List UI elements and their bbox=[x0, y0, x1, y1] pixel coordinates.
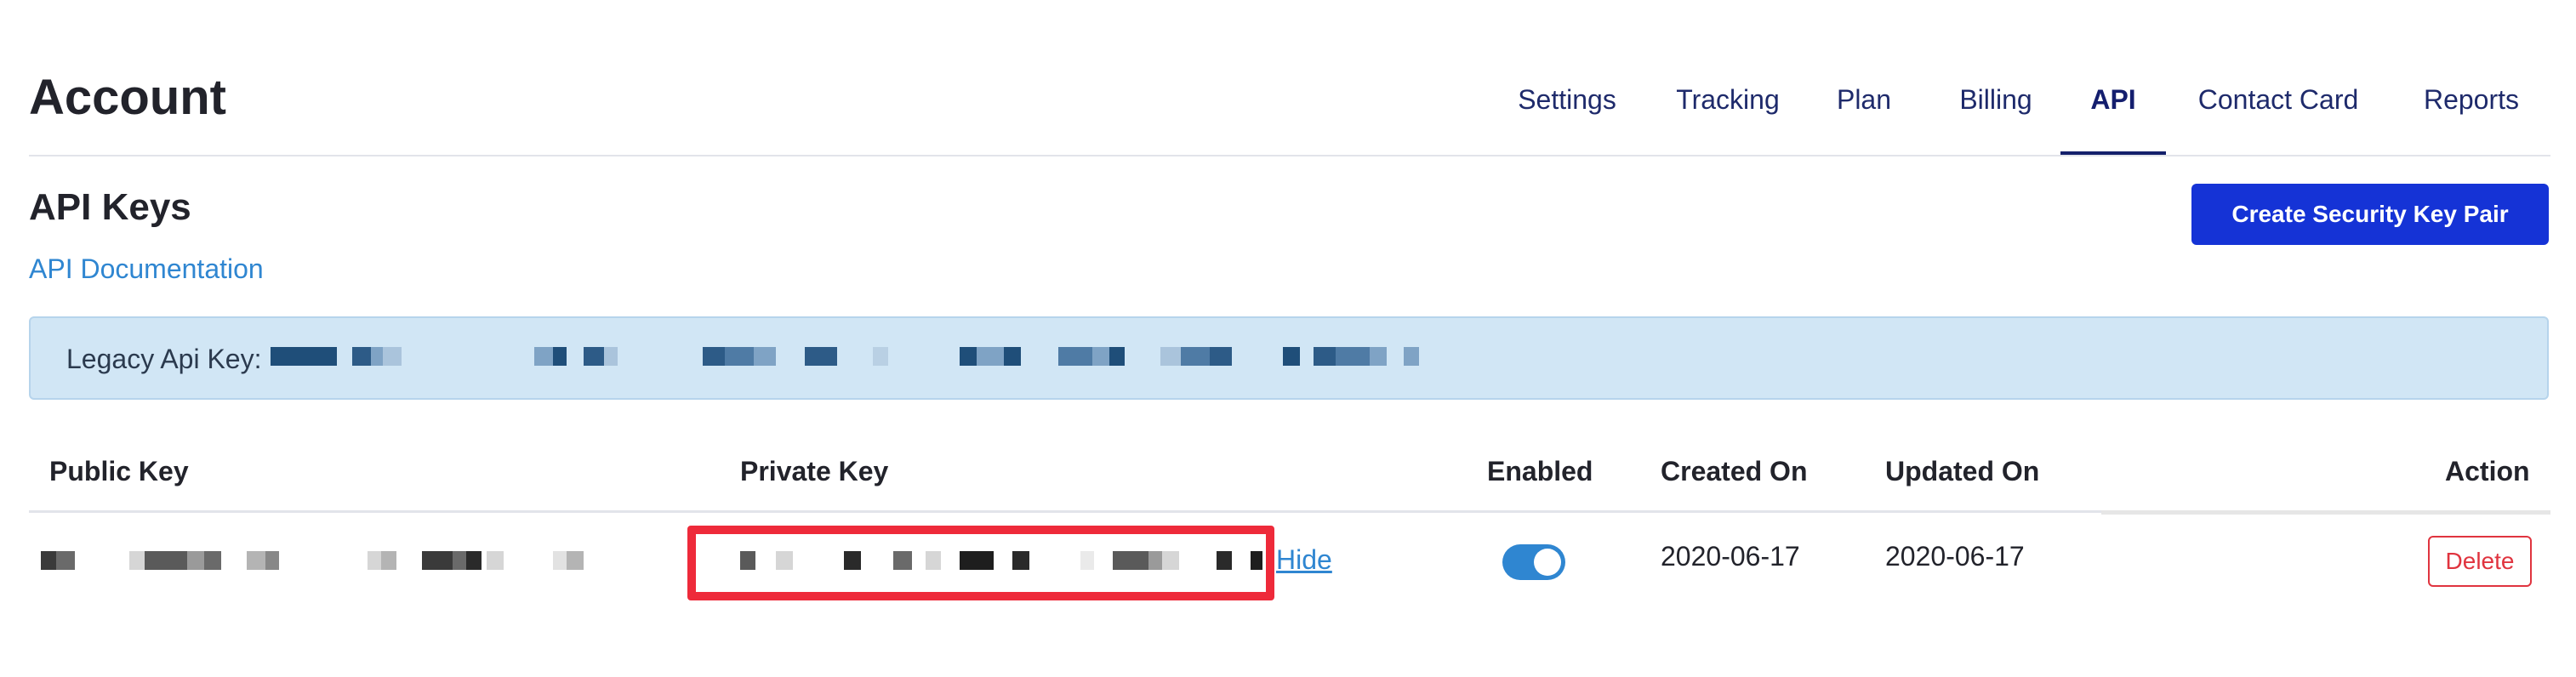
header-divider bbox=[29, 155, 2550, 156]
tab-settings[interactable]: Settings bbox=[1511, 70, 1623, 155]
updated-on-value: 2020-06-17 bbox=[1885, 541, 2025, 572]
api-documentation-link[interactable]: API Documentation bbox=[29, 252, 264, 286]
column-header-public-key: Public Key bbox=[49, 456, 189, 486]
public-key-redacted bbox=[41, 551, 594, 570]
column-header-created-on: Created On bbox=[1661, 456, 1808, 486]
column-header-enabled: Enabled bbox=[1487, 456, 1593, 486]
hide-private-key-link[interactable]: Hide bbox=[1276, 543, 1332, 577]
tab-api[interactable]: API bbox=[2060, 70, 2166, 155]
column-header-updated-on: Updated On bbox=[1885, 456, 2040, 486]
tab-tracking[interactable]: Tracking bbox=[1671, 70, 1785, 155]
account-tabs: Settings Tracking Plan Billing API Conta… bbox=[1446, 70, 2576, 155]
tab-reports[interactable]: Reports bbox=[2416, 70, 2527, 155]
legacy-api-key-redacted bbox=[271, 347, 1462, 366]
delete-key-button[interactable]: Delete bbox=[2428, 536, 2532, 587]
legacy-api-key-label: Legacy Api Key: bbox=[66, 344, 262, 374]
created-on-value: 2020-06-17 bbox=[1661, 541, 1800, 572]
create-security-key-pair-button[interactable]: Create Security Key Pair bbox=[2191, 184, 2549, 245]
private-key-redacted bbox=[740, 551, 1269, 570]
toggle-knob bbox=[1534, 549, 1561, 576]
page-title: Account bbox=[29, 70, 226, 125]
tab-plan[interactable]: Plan bbox=[1831, 70, 1897, 155]
tab-billing[interactable]: Billing bbox=[1950, 70, 2042, 155]
tab-api-label: API bbox=[2090, 84, 2136, 115]
table-header-divider-right bbox=[2101, 510, 2550, 515]
column-header-private-key: Private Key bbox=[740, 456, 889, 486]
tab-contact-card[interactable]: Contact Card bbox=[2195, 70, 2362, 155]
table-header-divider bbox=[29, 510, 2101, 513]
section-title: API Keys bbox=[29, 186, 191, 228]
column-header-action: Action bbox=[2445, 456, 2530, 486]
enabled-toggle[interactable] bbox=[1502, 544, 1565, 580]
legacy-api-key-banner: Legacy Api Key: bbox=[29, 316, 2549, 400]
